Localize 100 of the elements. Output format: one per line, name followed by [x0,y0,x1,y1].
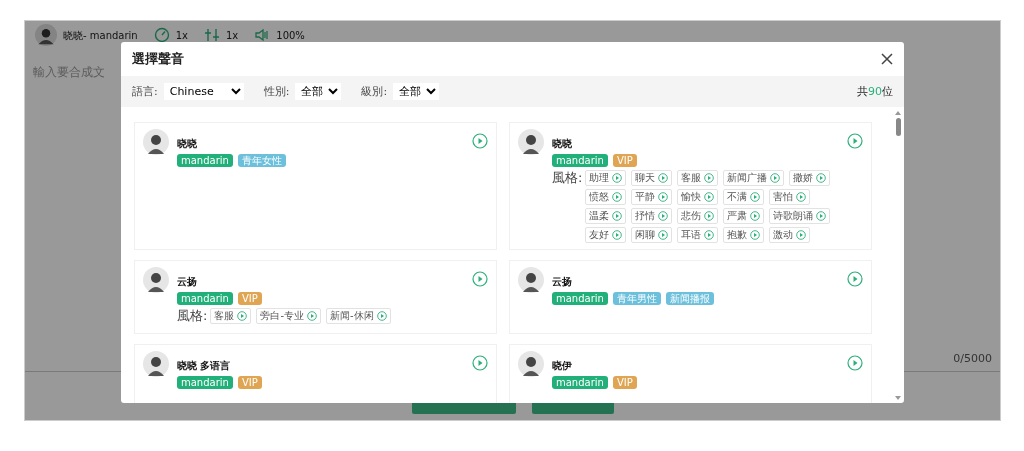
play-icon[interactable] [816,173,827,183]
play-icon[interactable] [750,211,761,221]
avatar-icon [143,351,169,377]
voice-card[interactable]: 晓晓 多语言 mandarin VIP [134,344,497,403]
play-icon[interactable] [847,271,863,287]
style-chip[interactable]: 新闻广播 [723,170,785,186]
voice-card[interactable]: 晓晓 mandarin VIP 風格: 助理 聊天 客服 新闻广播 撒娇 愤怒 平静 愉快 不满 害怕 温柔 抒情 悲伤 严肃 诗歌朗诵 友好 闲聊 耳语 抱歉 激动 [509,122,872,250]
style-chip[interactable]: 客服 [677,170,719,186]
voice-tag: 青年女性 [237,154,286,167]
style-chip[interactable]: 客服 [210,308,252,324]
style-chip[interactable]: 害怕 [769,189,811,205]
style-chip[interactable]: 友好 [585,227,627,243]
avatar-icon [518,129,544,155]
speed-icon [153,27,170,43]
play-icon[interactable] [658,230,669,240]
style-chip[interactable]: 聊天 [631,170,673,186]
style-chip[interactable]: 抱歉 [723,227,765,243]
style-chip[interactable]: 激动 [769,227,811,243]
play-icon[interactable] [658,173,669,183]
style-chip[interactable]: 平静 [631,189,673,205]
filter-label: 語言: [132,84,158,99]
voice-tag: VIP [612,376,637,389]
pitch-icon [204,27,220,43]
play-icon[interactable] [612,192,623,202]
dialog-title: 選擇聲音 [132,50,184,68]
play-icon[interactable] [770,173,781,183]
scrollbar-thumb[interactable] [895,118,901,136]
voice-tag: VIP [237,292,262,305]
play-icon[interactable] [472,271,488,287]
style-chip[interactable]: 抒情 [631,208,673,224]
voice-name: 云扬 [177,275,198,289]
filter-label: 級別: [361,84,388,99]
play-icon[interactable] [847,133,863,149]
voice-name: 晓晓 [177,137,198,151]
play-icon[interactable] [376,311,387,321]
play-icon[interactable] [796,230,807,240]
style-chip[interactable]: 温柔 [585,208,627,224]
play-icon[interactable] [612,173,623,183]
voice-card[interactable]: 晓伊 mandarin VIP [509,344,872,403]
avatar-icon [518,351,544,377]
style-chip[interactable]: 耳语 [677,227,719,243]
style-chip[interactable]: 愉快 [677,189,719,205]
volume-icon [254,27,271,43]
style-chip[interactable]: 严肃 [723,208,765,224]
play-icon[interactable] [816,211,827,221]
voice-tag: mandarin [552,154,608,167]
play-icon[interactable] [704,230,715,240]
voice-count: 共90位 [857,84,893,99]
voice-tag: 新闻播报 [665,292,714,305]
filter-dropdown[interactable]: Chinese [163,83,244,100]
voice-name: 晓伊 [552,359,573,373]
play-icon[interactable] [704,211,715,221]
play-icon[interactable] [704,192,715,202]
voice-name[interactable]: 晓晓- mandarin [63,29,138,41]
play-icon[interactable] [472,355,488,371]
voice-tag: 青年男性 [612,292,661,305]
voice-tag: VIP [612,154,637,167]
play-icon[interactable] [472,133,488,149]
style-chip[interactable]: 撒娇 [789,170,831,186]
voice-tag: mandarin [177,376,233,389]
style-chip[interactable]: 闲聊 [631,227,673,243]
style-chip[interactable]: 旁白-专业 [256,308,321,324]
style-chip[interactable]: 不满 [723,189,765,205]
play-icon[interactable] [307,311,317,321]
voice-card[interactable]: 云扬 mandarin VIP 風格: 客服 旁白-专业 新闻-休闲 [134,260,497,334]
voice-tag: mandarin [177,292,233,305]
scroll-down-icon[interactable] [894,395,902,401]
play-icon[interactable] [847,355,863,371]
play-icon[interactable] [750,230,761,240]
style-label: 風格: [552,170,583,186]
voice-tag: mandarin [177,154,233,167]
play-icon[interactable] [704,173,715,183]
voice-card[interactable]: 云扬 mandarin 青年男性 新闻播报 [509,260,872,334]
voice-name: 晓晓 多语言 [177,359,232,373]
voice-tag: VIP [237,376,262,389]
play-icon[interactable] [658,192,669,202]
style-label: 風格: [177,308,208,324]
avatar-icon [518,267,544,293]
style-chip[interactable]: 助理 [585,170,627,186]
style-chip[interactable]: 悲伤 [677,208,719,224]
play-icon[interactable] [237,311,248,321]
avatar-icon [35,24,57,46]
play-icon[interactable] [750,192,761,202]
filter-dropdown[interactable]: 全部 [393,83,440,100]
filter-dropdown[interactable]: 全部 [295,83,342,100]
style-chip[interactable]: 诗歌朗诵 [769,208,831,224]
voice-card[interactable]: 晓晓 mandarin 青年女性 [134,122,497,250]
volume-value: 100% [276,29,305,41]
style-chip[interactable]: 愤怒 [585,189,627,205]
character-counter: 0/5000 [953,352,992,365]
play-icon[interactable] [612,211,623,221]
style-chip[interactable]: 新闻-休闲 [326,308,391,324]
speed-value: 1x [175,29,188,41]
filter-label: 性別: [263,84,290,99]
voice-tag: mandarin [552,376,608,389]
play-icon[interactable] [612,230,623,240]
play-icon[interactable] [796,192,807,202]
close-icon[interactable] [881,53,893,65]
scroll-up-icon[interactable] [894,110,902,116]
play-icon[interactable] [658,211,669,221]
